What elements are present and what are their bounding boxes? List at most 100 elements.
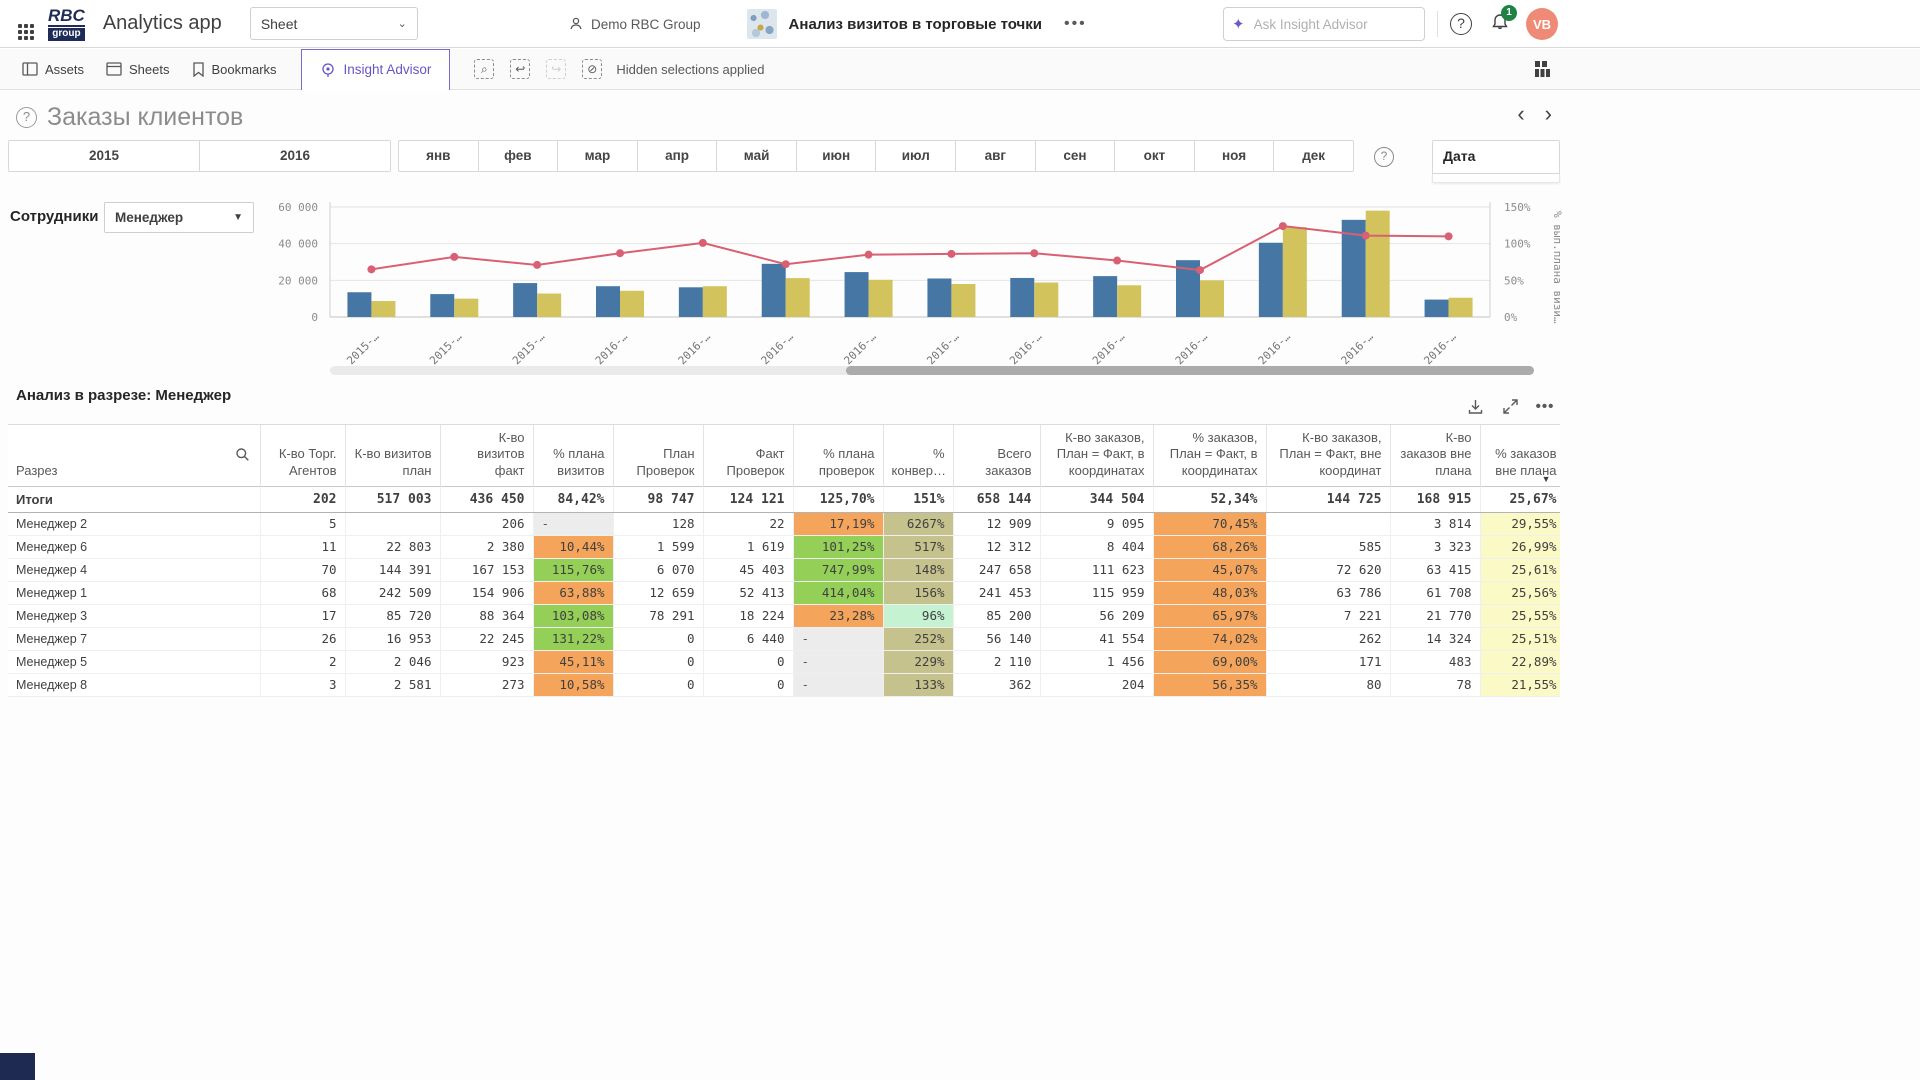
- dimension-cell[interactable]: Менеджер 8: [8, 673, 260, 696]
- measure-cell: 45,11%: [533, 650, 613, 673]
- prev-sheet-arrow[interactable]: ‹: [1517, 103, 1524, 125]
- measure-cell: 63 415: [1390, 558, 1480, 581]
- search-input[interactable]: [1252, 16, 1402, 33]
- measure-cell: 148%: [883, 558, 953, 581]
- assets-button[interactable]: Assets: [22, 62, 84, 77]
- svg-text:2016-…: 2016-…: [1173, 330, 1211, 368]
- column-header-1[interactable]: К-во Торг. Агентов: [260, 425, 345, 486]
- month-filter-янв[interactable]: янв: [398, 140, 479, 172]
- next-sheet-arrow[interactable]: ›: [1545, 103, 1552, 125]
- measure-cell: 124 121: [703, 486, 793, 512]
- sheet-grid-icon[interactable]: [1532, 59, 1552, 84]
- step-back-icon[interactable]: ↩: [510, 59, 530, 79]
- column-header-14[interactable]: % заказов вне плана▼: [1480, 425, 1560, 486]
- svg-text:% вып.плана визи…: % вып.плана визи…: [1551, 211, 1564, 324]
- column-header-8[interactable]: % конвер…: [883, 425, 953, 486]
- column-header-12[interactable]: К-во заказов, План = Факт, вне координат: [1266, 425, 1390, 486]
- combo-chart[interactable]: 020 00040 00060 0000%50%100%150%2015-…20…: [260, 200, 1570, 382]
- column-header-4[interactable]: % плана визитов: [533, 425, 613, 486]
- app-more-menu[interactable]: •••: [1064, 15, 1087, 33]
- column-header-10[interactable]: К-во заказов, План = Факт, в координатах: [1040, 425, 1153, 486]
- svg-text:2016-…: 2016-…: [593, 330, 631, 368]
- month-filter-май[interactable]: май: [716, 140, 797, 172]
- svg-text:0%: 0%: [1504, 311, 1518, 324]
- dimension-cell[interactable]: Менеджер 7: [8, 627, 260, 650]
- table-more-icon[interactable]: •••: [1532, 394, 1558, 418]
- fullscreen-icon[interactable]: [1497, 394, 1523, 418]
- app-launcher-icon[interactable]: [18, 24, 22, 28]
- measure-cell: 70,45%: [1153, 512, 1266, 535]
- measure-cell: 14 324: [1390, 627, 1480, 650]
- year-filter-2016[interactable]: 2016: [199, 140, 391, 172]
- measure-cell: 41 554: [1040, 627, 1153, 650]
- download-icon[interactable]: [1462, 394, 1488, 418]
- dimension-cell[interactable]: Менеджер 2: [8, 512, 260, 535]
- month-filter-окт[interactable]: окт: [1114, 140, 1195, 172]
- month-filter-июн[interactable]: июн: [796, 140, 877, 172]
- column-header-7[interactable]: % плана проверок: [793, 425, 883, 486]
- table-search-icon[interactable]: [235, 447, 250, 462]
- measure-cell: 144 725: [1266, 486, 1390, 512]
- bookmarks-button[interactable]: Bookmarks: [192, 62, 277, 77]
- bottom-left-widget[interactable]: [0, 1053, 35, 1080]
- measure-cell: 923: [440, 650, 533, 673]
- date-filter-title[interactable]: Дата: [1432, 140, 1560, 174]
- insight-advisor-button[interactable]: Insight Advisor: [301, 49, 451, 90]
- month-filter-сен[interactable]: сен: [1035, 140, 1116, 172]
- insight-advisor-search[interactable]: ✦: [1223, 7, 1425, 41]
- column-header-9[interactable]: Всего заказов: [953, 425, 1040, 486]
- month-filter-июл[interactable]: июл: [875, 140, 956, 172]
- column-header-5[interactable]: План Проверок: [613, 425, 703, 486]
- column-header-11[interactable]: % заказов, План = Факт, в координатах: [1153, 425, 1266, 486]
- column-header-3[interactable]: К-во визитов факт: [440, 425, 533, 486]
- notifications-bell[interactable]: 1: [1490, 12, 1510, 37]
- year-filter-2015[interactable]: 2015: [8, 140, 200, 172]
- sheet-selector-dropdown[interactable]: Sheet ⌄: [250, 7, 418, 40]
- svg-text:2016-…: 2016-…: [841, 330, 879, 368]
- user-avatar[interactable]: VB: [1526, 8, 1558, 40]
- month-filter-авг[interactable]: авг: [955, 140, 1036, 172]
- measure-cell: 6 440: [703, 627, 793, 650]
- measure-cell: 0: [703, 650, 793, 673]
- measure-cell: 2: [260, 650, 345, 673]
- help-icon[interactable]: ?: [1450, 13, 1472, 35]
- dimension-cell[interactable]: Менеджер 5: [8, 650, 260, 673]
- month-filter-фев[interactable]: фев: [478, 140, 559, 172]
- column-header-2[interactable]: К-во визитов план: [345, 425, 440, 486]
- month-filter-апр[interactable]: апр: [637, 140, 718, 172]
- measure-cell: 1 619: [703, 535, 793, 558]
- measure-cell: 1 599: [613, 535, 703, 558]
- sheets-button[interactable]: Sheets: [106, 62, 169, 77]
- dimension-cell[interactable]: Менеджер 6: [8, 535, 260, 558]
- measure-cell: 48,03%: [1153, 581, 1266, 604]
- notification-badge: 1: [1501, 5, 1517, 21]
- chart-scrollbar[interactable]: [330, 366, 1488, 375]
- logo-text: RBC: [48, 7, 85, 27]
- month-filter-дек[interactable]: дек: [1273, 140, 1354, 172]
- measure-cell: 7 221: [1266, 604, 1390, 627]
- measure-cell: 115,76%: [533, 558, 613, 581]
- sheet-help-icon[interactable]: ?: [16, 107, 37, 128]
- month-filter-мар[interactable]: мар: [557, 140, 638, 172]
- month-filter-ноя[interactable]: ноя: [1194, 140, 1275, 172]
- date-filter-listbox[interactable]: Дата: [1432, 140, 1560, 183]
- owner-group-icon: [568, 16, 584, 32]
- measure-cell: 131,22%: [533, 627, 613, 650]
- employees-dropdown[interactable]: Менеджер ▼: [104, 202, 254, 233]
- clear-selections-icon[interactable]: ⊘: [582, 59, 602, 79]
- column-header-6[interactable]: Факт Проверок: [703, 425, 793, 486]
- column-header-razrez[interactable]: Разрез: [8, 425, 260, 486]
- table-row: Менеджер 31785 72088 364103,08%78 29118 …: [8, 604, 1560, 627]
- measure-cell: 78 291: [613, 604, 703, 627]
- measure-cell: 242 509: [345, 581, 440, 604]
- dimension-cell[interactable]: Менеджер 4: [8, 558, 260, 581]
- dimension-cell[interactable]: Менеджер 3: [8, 604, 260, 627]
- filter-help-icon[interactable]: ?: [1374, 147, 1394, 167]
- chart-scrollbar-thumb[interactable]: [846, 366, 1534, 375]
- dimension-cell[interactable]: Менеджер 1: [8, 581, 260, 604]
- selections-tool-icon[interactable]: ⌕: [474, 59, 494, 79]
- measure-cell: 12 312: [953, 535, 1040, 558]
- measure-cell: 1 456: [1040, 650, 1153, 673]
- column-header-13[interactable]: К-во заказов вне плана: [1390, 425, 1480, 486]
- measure-cell: 362: [953, 673, 1040, 696]
